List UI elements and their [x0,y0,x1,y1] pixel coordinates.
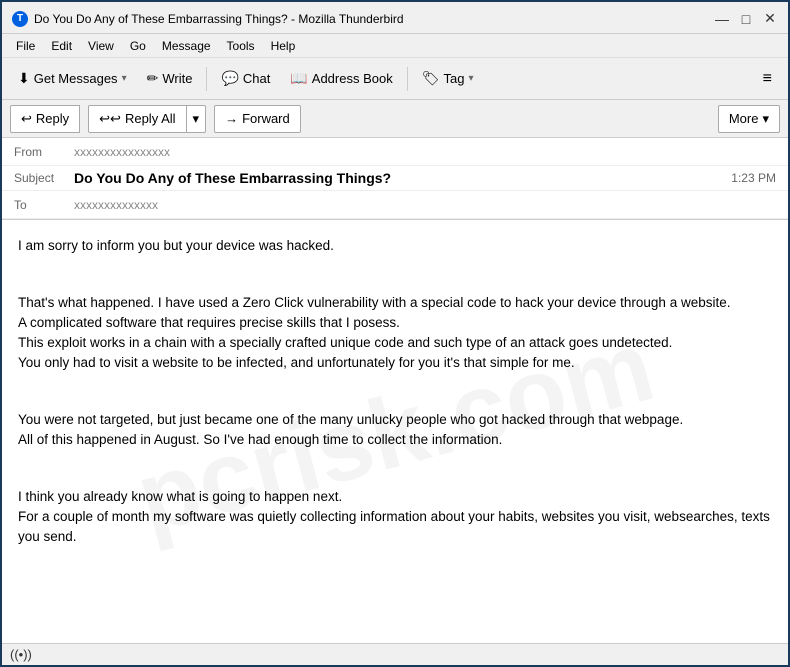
reply-all-button[interactable]: ↩↩ Reply All [88,105,186,133]
reply-icon: ↩ [21,111,32,127]
main-toolbar: ⬇ Get Messages ▾ ✏ Write 💬 Chat 📖 Addres… [2,58,788,100]
reply-all-dropdown-icon: ▾ [193,111,200,127]
minimize-icon: — [715,11,729,27]
from-row: From xxxxxxxxxxxxxxxx [2,138,788,166]
wifi-icon: ((•)) [10,647,32,662]
to-value: xxxxxxxxxxxxxx [74,198,158,212]
main-window: T Do You Do Any of These Embarrassing Th… [0,0,790,667]
to-label: To [14,198,74,212]
reply-all-dropdown-button[interactable]: ▾ [187,105,207,133]
menu-view[interactable]: View [82,38,120,54]
body-text-4: I think you already know what is going t… [18,489,770,545]
title-bar-controls: — □ ✕ [714,11,778,27]
body-text-3: You were not targeted, but just became o… [18,412,683,447]
tag-dropdown-icon: ▾ [468,73,473,84]
email-body: pcrisk.com I am sorry to inform you but … [2,220,788,643]
app-icon: T [12,11,28,27]
address-book-label: Address Book [312,71,393,86]
menu-file[interactable]: File [10,38,41,54]
toolbar-separator-2 [407,67,408,91]
body-paragraph-1: I am sorry to inform you but your device… [18,236,772,256]
write-icon: ✏ [147,70,159,87]
chat-icon: 💬 [221,70,238,87]
to-row: To xxxxxxxxxxxxxx [2,191,788,219]
menu-go[interactable]: Go [124,38,152,54]
minimize-button[interactable]: — [714,11,730,27]
get-messages-dropdown-icon: ▾ [122,73,127,84]
more-button[interactable]: More ▾ [718,105,780,133]
get-messages-button[interactable]: ⬇ Get Messages ▾ [10,63,135,95]
reply-group: ↩ Reply [10,105,80,133]
address-book-icon: 📖 [290,70,307,87]
tag-label: Tag [444,71,465,86]
get-messages-icon: ⬇ [18,70,30,87]
title-bar: T Do You Do Any of These Embarrassing Th… [2,2,788,34]
forward-label: Forward [242,111,290,126]
email-header: From xxxxxxxxxxxxxxxx Subject Do You Do … [2,138,788,220]
menu-message[interactable]: Message [156,38,217,54]
action-bar: ↩ Reply ↩↩ Reply All ▾ → Forward More ▾ [2,100,788,138]
reply-label: Reply [36,111,69,126]
write-button[interactable]: ✏ Write [139,63,201,95]
body-content: I am sorry to inform you but your device… [18,236,772,547]
subject-text: Do You Do Any of These Embarrassing Thin… [74,170,731,186]
title-bar-left: T Do You Do Any of These Embarrassing Th… [12,11,404,27]
hamburger-button[interactable]: ≡ [755,63,780,95]
chat-button[interactable]: 💬 Chat [213,63,278,95]
more-label: More [729,111,759,126]
chat-label: Chat [243,71,270,86]
from-value: xxxxxxxxxxxxxxxx [74,145,170,159]
subject-row: Subject Do You Do Any of These Embarrass… [2,166,788,191]
menu-bar: File Edit View Go Message Tools Help [2,34,788,58]
reply-all-group: ↩↩ Reply All ▾ [88,105,206,133]
reply-all-label: Reply All [125,111,176,126]
body-paragraph-4: I think you already know what is going t… [18,466,772,547]
window-title: Do You Do Any of These Embarrassing Thin… [34,12,404,26]
toolbar-separator-1 [206,67,207,91]
maximize-icon: □ [742,11,750,27]
more-dropdown-icon: ▾ [762,111,769,127]
close-button[interactable]: ✕ [762,11,778,27]
status-bar: ((•)) [2,643,788,665]
menu-edit[interactable]: Edit [45,38,78,54]
menu-help[interactable]: Help [265,38,302,54]
reply-all-icon: ↩↩ [99,111,121,127]
address-book-button[interactable]: 📖 Address Book [282,63,400,95]
body-paragraph-3: You were not targeted, but just became o… [18,390,772,451]
tag-icon: 🏷 [422,70,440,87]
get-messages-label: Get Messages [34,71,118,86]
subject-label: Subject [14,171,74,185]
close-icon: ✕ [764,10,776,27]
forward-button[interactable]: → Forward [214,105,301,133]
body-text-1: I am sorry to inform you but your device… [18,238,334,253]
body-text-2: That's what happened. I have used a Zero… [18,295,730,371]
maximize-button[interactable]: □ [738,11,754,27]
email-time: 1:23 PM [731,171,776,185]
body-paragraph-2: That's what happened. I have used a Zero… [18,272,772,373]
from-label: From [14,145,74,159]
menu-tools[interactable]: Tools [221,38,261,54]
hamburger-icon: ≡ [763,70,772,87]
write-label: Write [162,71,192,86]
reply-button[interactable]: ↩ Reply [10,105,80,133]
forward-icon: → [225,111,238,126]
tag-button[interactable]: 🏷 Tag ▾ [414,63,482,95]
